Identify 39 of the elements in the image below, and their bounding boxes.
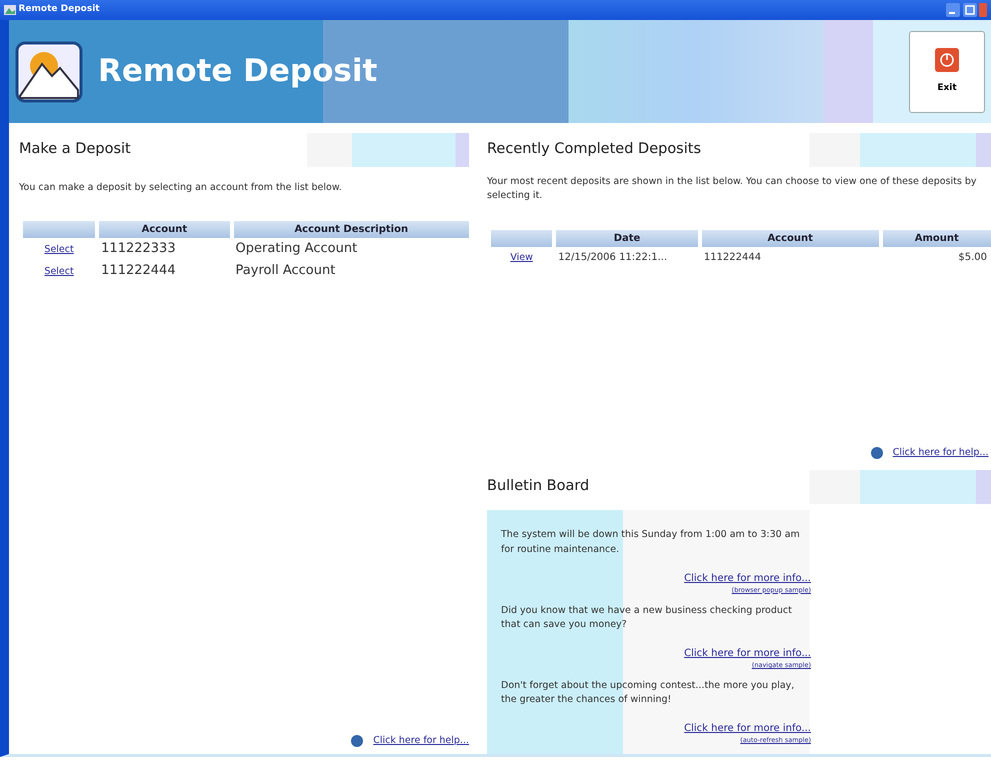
table-cell: 111222444 xyxy=(704,252,762,263)
column-header: Account xyxy=(700,230,881,246)
bulletin-message: Don't forget about the upcoming contest...the more you play, the greater the chances of winning! xyxy=(501,678,796,707)
view-link[interactable]: View xyxy=(510,252,533,262)
table-cell: Operating Account xyxy=(236,241,358,256)
table-cell: Payroll Account xyxy=(236,262,336,278)
table-cell: $5.00 xyxy=(958,252,987,263)
app-icon xyxy=(4,5,16,15)
mountain-logo-icon xyxy=(14,40,84,104)
section-heading: Make a Deposit xyxy=(19,140,131,160)
more-info-link[interactable]: Click here for more info... xyxy=(684,570,811,586)
more-info-link[interactable]: Click here for more info... xyxy=(684,646,811,661)
column-header: Account Description xyxy=(232,221,469,238)
bulletin-message: The system will be down this Sunday from 1:00 am to 3:30 am for routine maintenance. xyxy=(501,528,801,556)
maximize-icon[interactable] xyxy=(962,3,976,17)
exit-button[interactable]: Exit xyxy=(909,30,985,112)
intro-text: Your most recent deposits are shown in the list below. You can choose to view one of these deposits by selecting it. xyxy=(487,175,978,204)
minimize-icon[interactable] xyxy=(946,3,960,17)
more-info-link[interactable]: Click here for more info... xyxy=(684,721,811,736)
column-header: Date xyxy=(554,230,700,246)
select-link[interactable]: Select xyxy=(44,266,74,277)
column-header xyxy=(489,230,554,246)
section-heading: Bulletin Board xyxy=(487,477,590,496)
intro-text: You can make a deposit by selecting an account from the list below. xyxy=(19,181,343,195)
table-cell: 111222333 xyxy=(101,241,176,256)
help-icon xyxy=(870,447,883,460)
table-cell: 12/15/2006 11:22:1... xyxy=(558,252,668,263)
window-title: Remote Deposit xyxy=(18,3,100,16)
column-header: Account xyxy=(97,221,232,238)
help-icon xyxy=(351,734,364,747)
table-cell: 111222444 xyxy=(101,262,176,278)
select-link[interactable]: Select xyxy=(44,244,74,256)
power-icon xyxy=(935,48,959,72)
banner-title: Remote Deposit xyxy=(98,52,378,92)
bulletin-message: Did you know that we have a new business checking product that can save you money? xyxy=(501,604,793,632)
help-link[interactable]: Click here for help... xyxy=(373,734,469,748)
column-header: Amount xyxy=(880,230,991,246)
help-link[interactable]: Click here for help... xyxy=(892,446,988,460)
section-heading: Recently Completed Deposits xyxy=(487,140,702,160)
